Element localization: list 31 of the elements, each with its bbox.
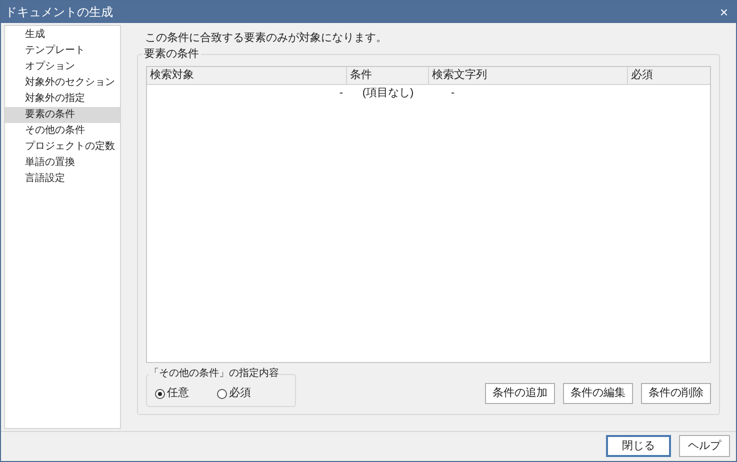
action-button[interactable]: 条件の削除 bbox=[641, 383, 711, 404]
radio-label[interactable]: 任意 bbox=[167, 385, 189, 402]
sidebar-item[interactable]: 生成 bbox=[5, 27, 120, 43]
action-button[interactable]: 条件の編集 bbox=[563, 383, 633, 404]
window-title: ドキュメントの生成 bbox=[5, 4, 113, 21]
sidebar-item[interactable]: 単語の置換 bbox=[5, 155, 120, 171]
close-button[interactable]: × bbox=[720, 5, 728, 19]
dialog-button[interactable]: ヘルプ bbox=[679, 435, 730, 457]
sidebar-item[interactable]: テンプレート bbox=[5, 43, 120, 59]
sidebar-item[interactable]: その他の条件 bbox=[5, 123, 120, 139]
sidebar-item[interactable]: 要素の条件 bbox=[5, 107, 120, 123]
radio-label[interactable]: 必須 bbox=[229, 385, 251, 402]
table-cell-text: - bbox=[338, 86, 344, 101]
column-header[interactable]: 検索文字列 bbox=[429, 67, 628, 84]
sidebar-item[interactable]: 言語設定 bbox=[5, 171, 120, 187]
radio-button[interactable] bbox=[217, 388, 227, 398]
radio-group-title: 「その他の条件」の指定内容 bbox=[149, 367, 279, 381]
table-cell-text: (項目なし) bbox=[361, 86, 415, 101]
description-text: この条件に合致する要素のみが対象になります。 bbox=[145, 30, 388, 46]
sidebar-item[interactable]: 対象外のセクション bbox=[5, 75, 120, 91]
sidebar-item[interactable]: 対象外の指定 bbox=[5, 91, 120, 107]
sidebar-item[interactable]: オプション bbox=[5, 59, 120, 75]
column-header[interactable]: 必須 bbox=[628, 67, 710, 84]
action-button[interactable]: 条件の追加 bbox=[485, 383, 555, 404]
group-title: 要素の条件 bbox=[142, 47, 201, 61]
column-header[interactable]: 検索対象 bbox=[147, 67, 347, 84]
radio-button[interactable] bbox=[155, 388, 165, 398]
column-header[interactable]: 条件 bbox=[347, 67, 429, 84]
dialog-button[interactable]: 閉じる bbox=[606, 435, 671, 457]
table-cell-text: - bbox=[450, 86, 456, 101]
sidebar-item[interactable]: プロジェクトの定数 bbox=[5, 139, 120, 155]
